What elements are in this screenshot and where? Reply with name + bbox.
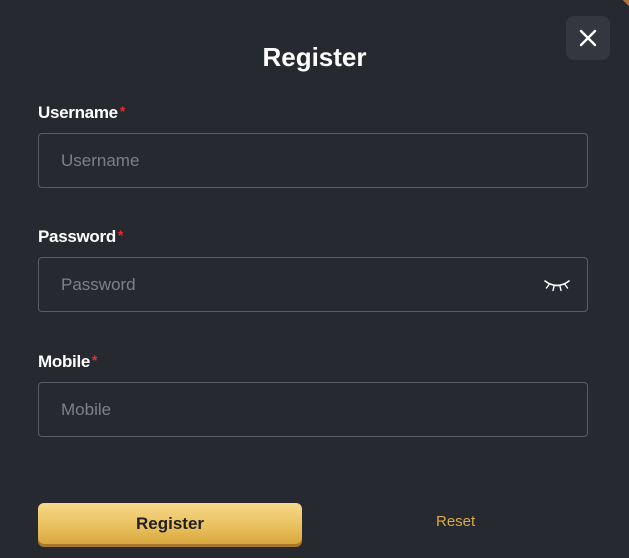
register-button[interactable]: Register	[38, 503, 302, 544]
required-mark: *	[117, 227, 124, 243]
required-mark: *	[92, 352, 98, 368]
username-input[interactable]	[39, 134, 587, 187]
password-label-text: Password	[38, 227, 116, 246]
corner-accent	[621, 0, 629, 6]
reset-link[interactable]: Reset	[436, 513, 475, 531]
dialog-title: Register	[262, 42, 367, 72]
register-dialog: Register Username* Password* Mobile* Reg…	[0, 0, 629, 558]
mobile-label-text: Mobile	[38, 352, 91, 371]
password-field	[38, 257, 588, 312]
mobile-label: Mobile *	[38, 352, 97, 372]
eye-closed-icon	[544, 279, 570, 291]
mobile-input[interactable]	[39, 383, 587, 436]
password-visibility-toggle[interactable]	[527, 258, 587, 311]
mobile-field	[38, 382, 588, 437]
username-label: Username *	[38, 103, 125, 123]
username-label-text: Username	[38, 103, 118, 122]
required-mark: *	[119, 103, 125, 119]
password-label: Password *	[38, 227, 123, 247]
username-field	[38, 133, 588, 188]
password-input[interactable]	[39, 258, 527, 311]
